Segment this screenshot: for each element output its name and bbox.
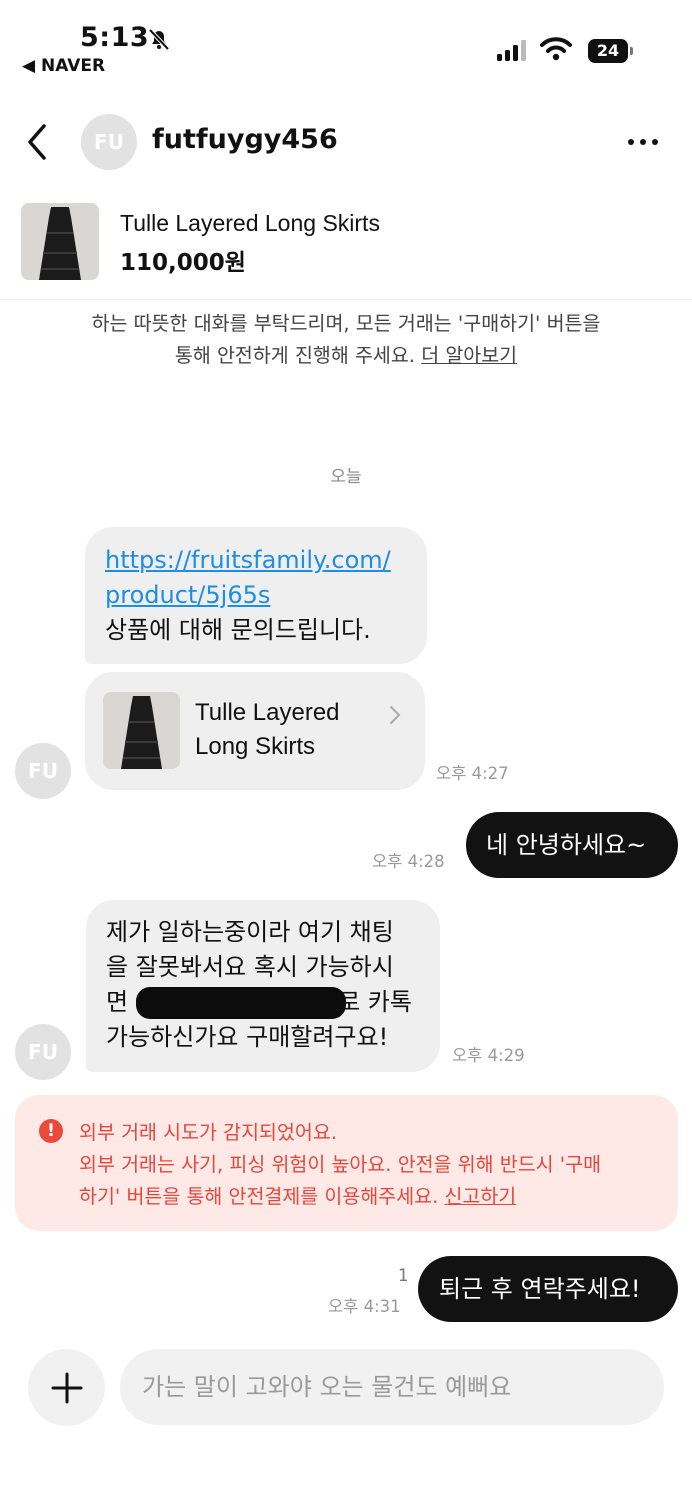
product-price: 110,000원 bbox=[120, 250, 246, 276]
alert-icon: ! bbox=[39, 1119, 63, 1143]
plus-icon bbox=[51, 1372, 82, 1403]
back-to-app-link[interactable]: ◀ NAVER bbox=[22, 56, 105, 76]
product-url-link-line2[interactable]: product/5j65s bbox=[105, 578, 407, 613]
product-url-link-line1[interactable]: https://fruitsfamily.com/ bbox=[105, 543, 407, 578]
chat-username[interactable]: futfuygy456 bbox=[152, 124, 338, 155]
sender-avatar[interactable]: FU bbox=[15, 743, 71, 799]
message-line: 제가 일하는중이라 여기 채팅 bbox=[106, 918, 394, 946]
message-time: 오후 4:27 bbox=[436, 764, 509, 783]
divider bbox=[0, 299, 692, 300]
incoming-message: https://fruitsfamily.com/ product/5j65s … bbox=[85, 527, 427, 664]
cellular-signal-icon bbox=[497, 40, 526, 61]
date-separator: 오늘 bbox=[330, 467, 362, 487]
message-line-end: 로 카톡 bbox=[338, 988, 412, 1016]
safety-notice: 하는 따뜻한 대화를 부탁드리며, 모든 거래는 '구매하기' 버튼을 통해 안… bbox=[30, 308, 662, 372]
message-input[interactable]: 가는 말이 고와야 오는 물건도 예뻐요 bbox=[120, 1349, 664, 1425]
more-options-icon[interactable] bbox=[622, 128, 664, 156]
message-line-start: 면 bbox=[106, 988, 129, 1016]
product-title[interactable]: Tulle Layered Long Skirts bbox=[120, 210, 380, 237]
alert-body-text: 하기' 버튼을 통해 안전결제를 이용해주세요. bbox=[79, 1185, 439, 1208]
message-time: 오후 4:28 bbox=[372, 852, 445, 871]
wifi-icon bbox=[540, 37, 572, 61]
message-text: 상품에 대해 문의드립니다. bbox=[105, 616, 371, 644]
incoming-message: 제가 일하는중이라 여기 채팅 을 잘못봐서요 혹시 가능하시 면 로 카톡 가능… bbox=[86, 900, 440, 1072]
external-trade-warning: ! 외부 거래 시도가 감지되었어요. 외부 거래는 사기, 피싱 위험이 높아… bbox=[15, 1095, 678, 1231]
message-line: 을 잘못봐서요 혹시 가능하시 bbox=[106, 953, 394, 981]
sender-avatar[interactable]: FU bbox=[15, 1024, 71, 1080]
product-card-message[interactable]: Tulle Layered Long Skirts bbox=[85, 672, 425, 790]
card-product-title: Tulle Layered Long Skirts bbox=[195, 696, 340, 764]
battery-icon: 24 bbox=[588, 39, 628, 63]
status-time: 5:13 bbox=[80, 22, 150, 53]
alert-title: 외부 거래 시도가 감지되었어요. bbox=[79, 1121, 338, 1144]
alert-body-line: 하기' 버튼을 통해 안전결제를 이용해주세요. 신고하기 bbox=[79, 1181, 656, 1213]
battery-tip bbox=[630, 47, 633, 55]
product-thumbnail[interactable] bbox=[21, 203, 99, 280]
notice-line-2-text: 통해 안전하게 진행해 주세요. bbox=[174, 344, 415, 367]
notice-line-1: 하는 따뜻한 대화를 부탁드리며, 모든 거래는 '구매하기' 버튼을 bbox=[91, 312, 601, 335]
header-avatar[interactable]: FU bbox=[81, 114, 137, 170]
message-line: 가능하신가요 구매할려구요! bbox=[106, 1023, 389, 1051]
unread-count: 1 bbox=[398, 1266, 409, 1285]
notice-line-2: 통해 안전하게 진행해 주세요. 더 알아보기 bbox=[30, 340, 662, 372]
outgoing-message: 네 안녕하세요~ bbox=[466, 812, 678, 878]
attach-button[interactable] bbox=[28, 1349, 105, 1426]
bell-muted-icon bbox=[148, 28, 170, 51]
card-product-thumbnail bbox=[103, 692, 180, 769]
learn-more-link[interactable]: 더 알아보기 bbox=[421, 344, 517, 367]
redaction-mark bbox=[136, 987, 346, 1019]
card-title-line1: Tulle Layered bbox=[195, 699, 340, 726]
message-time: 오후 4:31 bbox=[328, 1297, 401, 1316]
alert-body-line: 외부 거래는 사기, 피싱 위험이 높아요. 안전을 위해 반드시 '구매 bbox=[79, 1153, 602, 1176]
report-link[interactable]: 신고하기 bbox=[444, 1185, 516, 1208]
chevron-right-icon bbox=[390, 706, 401, 724]
back-arrow-icon[interactable] bbox=[20, 120, 56, 164]
card-title-line2: Long Skirts bbox=[195, 733, 316, 760]
outgoing-message: 퇴근 후 연락주세요! bbox=[418, 1256, 678, 1322]
message-time: 오후 4:29 bbox=[452, 1046, 525, 1065]
